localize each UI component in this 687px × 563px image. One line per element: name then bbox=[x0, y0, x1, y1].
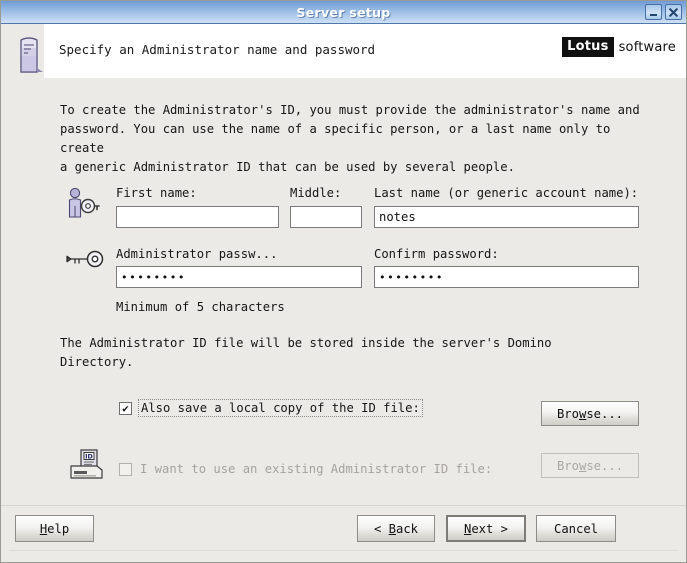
password-hint: Minimum of 5 characters bbox=[116, 298, 285, 317]
first-name-input[interactable] bbox=[116, 206, 279, 228]
confirm-password-input[interactable]: •••••••• bbox=[374, 266, 639, 288]
back-button[interactable]: < Back bbox=[357, 515, 435, 542]
existing-id-label: I want to use an existing Administrator … bbox=[138, 461, 494, 477]
server-setup-window: Server setup Specify an Administrat bbox=[0, 0, 687, 563]
intro-text: To create the Administrator's ID, you mu… bbox=[60, 101, 650, 177]
window-title: Server setup bbox=[296, 5, 390, 20]
storage-note: The Administrator ID file will be stored… bbox=[60, 334, 650, 372]
local-copy-browse-label: Browse... bbox=[557, 407, 623, 421]
local-copy-browse-button[interactable]: Browse... bbox=[541, 401, 639, 426]
admin-password-label: Administrator passw... bbox=[116, 247, 277, 261]
close-button[interactable] bbox=[665, 4, 682, 20]
lotus-software-logo: Lotus software bbox=[562, 37, 676, 57]
close-icon bbox=[668, 7, 679, 18]
next-button[interactable]: Next > bbox=[446, 515, 526, 542]
person-key-icon bbox=[64, 187, 100, 225]
next-button-label: Next > bbox=[464, 522, 508, 536]
page-title: Specify an Administrator name and passwo… bbox=[59, 42, 375, 57]
cancel-button-label: Cancel bbox=[554, 522, 598, 536]
local-copy-checkbox-row[interactable]: ✔ Also save a local copy of the ID file: bbox=[119, 399, 423, 417]
admin-password-input[interactable]: •••••••• bbox=[116, 266, 362, 288]
footer-bar: Help < Back Next > Cancel bbox=[1, 505, 686, 562]
middle-name-input[interactable] bbox=[290, 206, 362, 228]
header-panel: Specify an Administrator name and passwo… bbox=[44, 24, 686, 78]
content-area: To create the Administrator's ID, you mu… bbox=[1, 85, 686, 505]
first-name-label: First name: bbox=[116, 186, 197, 200]
confirm-password-value: •••••••• bbox=[379, 271, 444, 284]
help-button-label: Help bbox=[40, 522, 69, 536]
key-icon bbox=[64, 248, 108, 276]
id-drive-icon: ID bbox=[69, 449, 105, 485]
title-bar: Server setup bbox=[1, 1, 686, 24]
footer-divider bbox=[9, 550, 678, 551]
existing-id-checkbox-row[interactable]: I want to use an existing Administrator … bbox=[119, 461, 494, 477]
local-copy-checkbox[interactable]: ✔ bbox=[119, 402, 132, 415]
existing-id-browse-label: Browse... bbox=[557, 459, 623, 473]
confirm-password-label: Confirm password: bbox=[374, 247, 499, 261]
last-name-label: Last name (or generic account name): bbox=[374, 186, 638, 200]
last-name-value: notes bbox=[379, 210, 416, 224]
existing-id-checkbox[interactable] bbox=[119, 463, 132, 476]
local-copy-label: Also save a local copy of the ID file: bbox=[138, 399, 423, 417]
checkmark-icon: ✔ bbox=[122, 403, 129, 414]
back-button-label: < Back bbox=[374, 522, 418, 536]
minimize-button[interactable] bbox=[645, 4, 662, 20]
lotus-wordmark: Lotus bbox=[562, 37, 613, 57]
existing-id-browse-button: Browse... bbox=[541, 453, 639, 478]
header-band: Specify an Administrator name and passwo… bbox=[1, 24, 686, 81]
middle-name-label: Middle: bbox=[290, 186, 341, 200]
last-name-input[interactable]: notes bbox=[374, 206, 639, 228]
help-button[interactable]: Help bbox=[15, 515, 94, 542]
software-wordmark: software bbox=[619, 40, 676, 55]
window-controls bbox=[645, 4, 682, 20]
minimize-icon bbox=[648, 7, 659, 18]
admin-password-value: •••••••• bbox=[121, 271, 186, 284]
svg-text:ID: ID bbox=[85, 453, 93, 461]
server-icon bbox=[13, 30, 47, 76]
cancel-button[interactable]: Cancel bbox=[536, 515, 616, 542]
